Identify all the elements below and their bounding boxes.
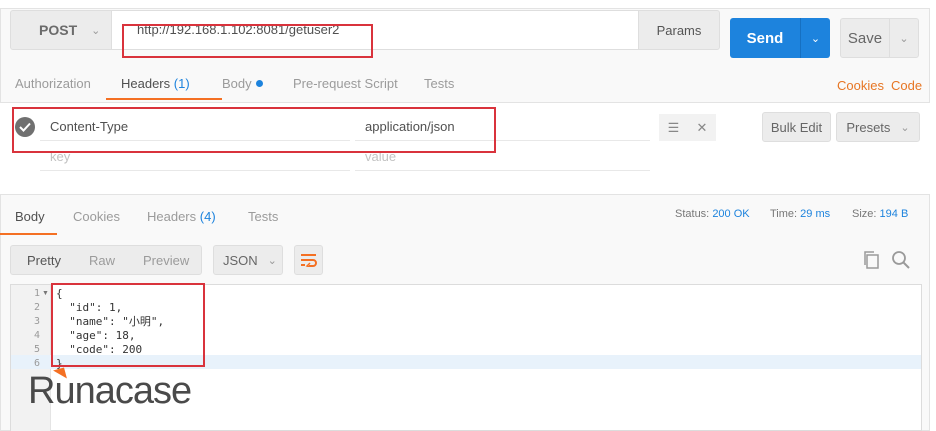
presets-button[interactable]: Presets ⌄ <box>836 112 920 142</box>
bulk-edit-button[interactable]: Bulk Edit <box>762 112 831 142</box>
time-label: Time: <box>770 208 798 220</box>
tab-label: Body <box>222 76 252 91</box>
response-headers-count: (4) <box>199 209 216 224</box>
status-label: Status: <box>675 208 710 220</box>
active-tab-indicator <box>106 98 222 100</box>
chevron-down-icon: ⌄ <box>91 24 101 37</box>
format-pretty-button[interactable]: Pretty <box>11 253 73 268</box>
send-dropdown-button[interactable]: ⌄ <box>800 18 830 58</box>
chevron-down-icon: ⌄ <box>899 32 909 45</box>
format-preview-button[interactable]: Preview <box>127 253 201 268</box>
save-dropdown-button[interactable]: ⌄ <box>889 18 919 58</box>
code-link[interactable]: Code <box>891 78 922 93</box>
headers-count: (1) <box>173 76 190 91</box>
tab-label: Tests <box>424 76 455 91</box>
url-highlight-box <box>122 24 373 58</box>
method-select[interactable]: POST ⌄ <box>10 10 112 50</box>
tab-tests[interactable]: Tests <box>424 76 454 100</box>
save-button[interactable]: Save <box>840 18 890 58</box>
wrap-lines-button[interactable] <box>294 245 323 275</box>
line-number: 5 <box>33 344 40 355</box>
format-toggle-group: Pretty Raw Preview <box>10 245 202 275</box>
format-raw-button[interactable]: Raw <box>73 253 127 268</box>
method-label: POST <box>39 22 78 38</box>
tab-headers[interactable]: Headers (1) <box>121 76 190 100</box>
response-tab-tests[interactable]: Tests <box>248 209 278 224</box>
status-readout: Status: 200 OK <box>675 208 750 220</box>
size-value: 194 B <box>879 208 909 220</box>
close-icon[interactable]: ✕ <box>696 120 707 136</box>
line-number: 6 <box>33 358 40 369</box>
tab-body[interactable]: Body <box>222 76 263 100</box>
line-number: 2 <box>33 302 40 313</box>
cookies-link[interactable]: Cookies <box>837 78 884 93</box>
status-value: 200 OK <box>712 208 750 220</box>
fold-arrow-icon[interactable]: ▼ <box>42 290 49 297</box>
drag-handle-icon[interactable]: ☰ <box>668 120 680 136</box>
search-icon[interactable] <box>891 250 911 273</box>
line-number: 1 <box>33 288 40 299</box>
chevron-down-icon: ⌄ <box>810 32 821 45</box>
response-tab-cookies[interactable]: Cookies <box>73 209 120 224</box>
copy-icon[interactable] <box>862 250 880 273</box>
time-value: 29 ms <box>800 208 831 220</box>
line-number: 4 <box>33 330 40 341</box>
header-highlight-box <box>12 107 496 153</box>
time-readout: Time: 29 ms <box>770 208 830 220</box>
tab-pre-request-script[interactable]: Pre-request Script <box>293 76 398 100</box>
send-button[interactable]: Send <box>730 18 800 58</box>
language-label: JSON <box>223 252 258 268</box>
body-highlight-box <box>51 283 205 367</box>
tab-authorization[interactable]: Authorization <box>15 76 91 100</box>
row-actions: ☰ ✕ <box>659 114 716 141</box>
params-button[interactable]: Params <box>638 10 720 50</box>
tab-label: Headers <box>121 76 171 91</box>
tab-label: Authorization <box>15 76 91 91</box>
chevron-down-icon: ⌄ <box>900 121 910 134</box>
wrap-lines-icon <box>300 254 317 267</box>
chevron-down-icon: ⌄ <box>267 254 277 267</box>
language-select[interactable]: JSON ⌄ <box>213 245 283 275</box>
modified-dot-icon <box>255 80 263 87</box>
size-readout: Size: 194 B <box>852 208 908 220</box>
response-tab-body[interactable]: Body <box>15 209 45 224</box>
tab-label: Pre-request Script <box>293 76 398 91</box>
size-label: Size: <box>852 208 877 220</box>
response-tab-headers[interactable]: Headers (4) <box>147 209 216 224</box>
active-tab-indicator <box>0 233 57 235</box>
presets-label: Presets <box>846 119 891 135</box>
tab-label: Headers <box>147 209 197 224</box>
line-number: 3 <box>33 316 40 327</box>
watermark-logo: Runacase <box>28 370 192 412</box>
